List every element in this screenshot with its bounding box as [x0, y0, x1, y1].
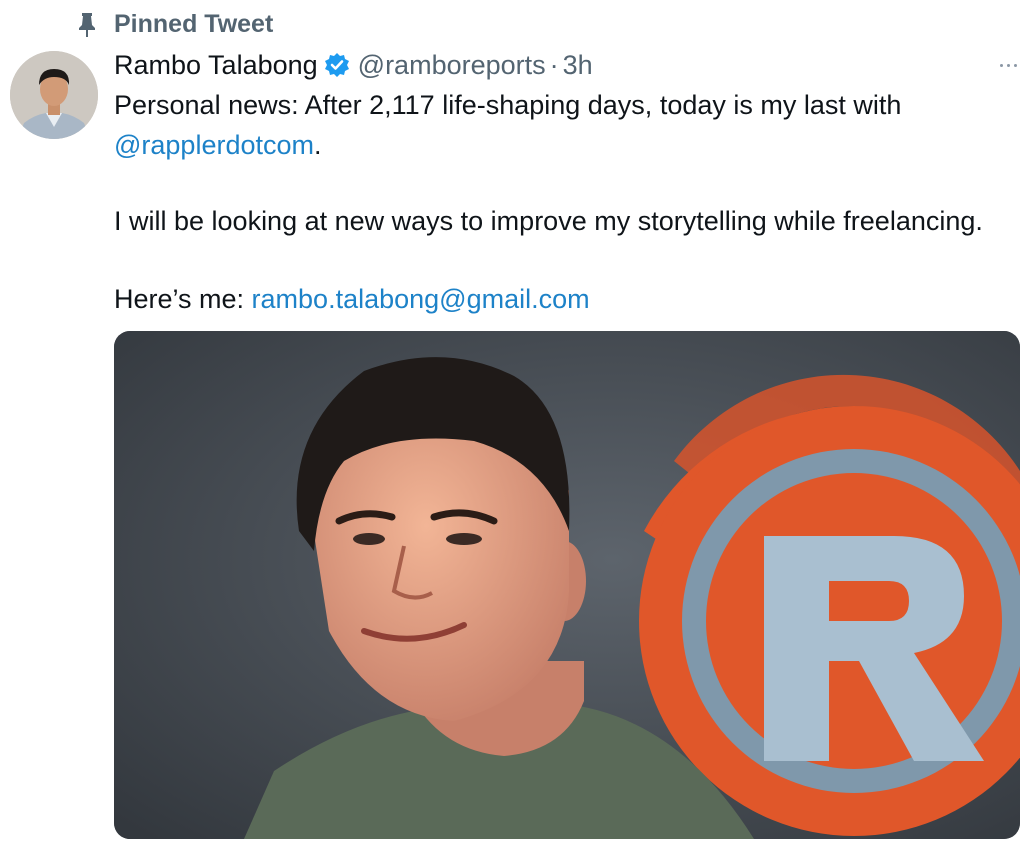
rappler-logo-icon: [639, 374, 1020, 836]
tweet-media-image[interactable]: [114, 331, 1020, 839]
tweet-text-line-4: Here’s me: rambo.talabong@gmail.com: [114, 280, 590, 318]
tweet-text-line-1: Personal news: After 2,117 life-shaping …: [114, 90, 902, 120]
avatar[interactable]: [10, 51, 98, 139]
verified-badge-icon: [324, 52, 350, 78]
tweet-text-line-3: I will be looking at new ways to improve…: [114, 206, 983, 236]
author-handle[interactable]: @ramboreports: [358, 50, 546, 81]
contact-prefix: Here’s me:: [114, 284, 252, 314]
pinned-tweet-label: Pinned Tweet: [114, 10, 274, 38]
pinned-tweet-header: Pinned Tweet: [76, 8, 273, 42]
display-name[interactable]: Rambo Talabong: [114, 50, 318, 81]
email-link[interactable]: rambo.talabong@gmail.com: [252, 284, 590, 314]
more-options-icon[interactable]: [995, 55, 1021, 75]
pin-icon: [76, 11, 98, 39]
mention-link[interactable]: @rapplerdotcom: [114, 130, 314, 160]
tweet-text-line-2: @rapplerdotcom.: [114, 126, 322, 164]
tweet-timestamp[interactable]: 3h: [563, 50, 593, 81]
tweet-header: Rambo Talabong @ramboreports · 3h: [114, 46, 593, 84]
mention-suffix: .: [314, 130, 322, 160]
separator-dot: ·: [549, 49, 559, 80]
